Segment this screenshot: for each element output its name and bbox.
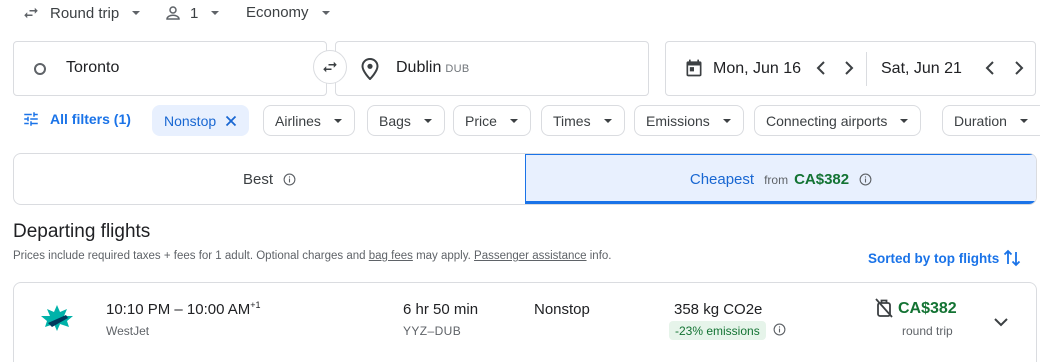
origin-value: Toronto — [66, 59, 120, 76]
sort-tabs: Best Cheapest from CA$382 — [13, 153, 1037, 205]
westjet-logo — [41, 305, 73, 331]
airline-name: WestJet — [106, 324, 150, 338]
close-icon[interactable] — [225, 115, 237, 127]
cabin-class-selector[interactable]: Economy — [246, 4, 331, 21]
info-icon[interactable] — [283, 173, 296, 186]
chevron-left-icon — [985, 61, 994, 75]
expand-button[interactable] — [988, 309, 1014, 335]
bag-fees-link[interactable]: bag fees — [369, 250, 413, 262]
chevron-right-icon — [1015, 61, 1024, 75]
tab-best-label: Best — [242, 170, 273, 188]
calendar-icon — [686, 59, 702, 77]
chip-bags[interactable]: Bags — [367, 105, 445, 136]
chip-label: Price — [465, 112, 497, 129]
no-bags-icon — [875, 298, 893, 318]
sort-label: Sorted by top flights — [868, 250, 1000, 266]
swap-arrows-icon — [24, 7, 38, 19]
cabin-class-label: Economy — [246, 4, 309, 21]
chevron-down-icon — [132, 11, 141, 15]
flight-price: CA$382 — [898, 300, 957, 317]
filter-sliders-icon — [24, 112, 38, 126]
active-tab-indicator — [525, 201, 1036, 204]
flight-stops: Nonstop — [534, 301, 590, 318]
tab-cheapest-price: CA$382 — [794, 171, 850, 188]
destination-city: Dublin — [396, 59, 442, 76]
all-filters-label: All filters (1) — [50, 111, 131, 127]
trip-type-label: Round trip — [50, 4, 120, 22]
return-date[interactable]: Sat, Jun 21 — [881, 60, 962, 78]
depart-prev-button[interactable] — [811, 58, 831, 78]
swap-locations-button[interactable] — [313, 50, 347, 84]
passenger-assistance-link[interactable]: Passenger assistance — [474, 250, 587, 262]
trip-type-selector[interactable]: Round trip — [22, 4, 141, 22]
chevron-down-icon — [603, 118, 612, 123]
flight-time-range: 10:10 PM – 10:00 AM — [106, 301, 251, 318]
flight-duration: 6 hr 50 min — [403, 301, 479, 318]
destination-field[interactable]: Dublin DUB — [335, 41, 649, 96]
chip-connecting-airports[interactable]: Connecting airports — [754, 105, 922, 136]
chevron-down-icon — [994, 317, 1008, 326]
chip-label: Bags — [379, 112, 411, 129]
chip-price[interactable]: Price — [453, 105, 531, 136]
flight-route: YYZ–DUB — [403, 324, 462, 338]
chevron-down-icon — [211, 11, 220, 15]
chevron-down-icon — [509, 118, 518, 123]
sort-arrows-icon — [1004, 249, 1021, 267]
chevron-down-icon — [333, 118, 342, 123]
date-divider — [866, 52, 867, 86]
origin-field[interactable]: Toronto — [13, 41, 327, 96]
flight-times: 10:10 PM – 10:00 AM+1 — [106, 300, 261, 318]
trip-options-bar: Round trip 1 Economy — [0, 0, 1043, 30]
passengers-selector[interactable]: 1 — [164, 4, 220, 22]
location-pin-icon — [361, 58, 379, 80]
chip-nonstop-label: Nonstop — [164, 112, 217, 129]
flight-result-row[interactable]: 10:10 PM – 10:00 AM+1 WestJet 6 hr 50 mi… — [13, 282, 1037, 362]
destination-value: Dublin DUB — [396, 59, 469, 77]
chip-label: Duration — [954, 112, 1007, 129]
depart-date[interactable]: Mon, Jun 16 — [713, 60, 801, 78]
price-notice: Prices include required taxes + fees for… — [13, 250, 611, 262]
day-offset: +1 — [250, 300, 261, 310]
tab-cheapest-from: from — [764, 172, 789, 187]
price-note: round trip — [902, 324, 953, 338]
destination-code: DUB — [445, 63, 470, 75]
info-icon[interactable] — [859, 173, 872, 186]
swap-arrows-icon — [323, 61, 337, 73]
all-filters-button[interactable]: All filters (1) — [22, 110, 131, 128]
tab-cheapest-label: Cheapest — [689, 171, 755, 188]
sort-button[interactable]: Sorted by top flights — [868, 248, 1021, 268]
chip-times[interactable]: Times — [541, 105, 625, 136]
flight-emissions: 358 kg CO2e — [674, 301, 763, 318]
chip-emissions[interactable]: Emissions — [634, 105, 744, 136]
chevron-down-icon — [722, 118, 731, 123]
depart-next-button[interactable] — [839, 58, 859, 78]
notice-text: info. — [586, 250, 612, 262]
notice-text: Prices include required taxes + fees for… — [13, 250, 369, 262]
chip-label: Connecting airports — [766, 112, 888, 129]
person-icon — [166, 6, 180, 20]
chevron-down-icon — [321, 10, 330, 15]
circle-origin-icon — [34, 63, 46, 75]
chip-duration[interactable]: Duration — [942, 105, 1040, 136]
info-icon[interactable] — [773, 323, 786, 341]
emissions-badge: -23% emissions — [669, 321, 766, 340]
chip-label: Emissions — [646, 112, 710, 129]
tab-best[interactable]: Best — [14, 154, 525, 204]
results-heading: Departing flights — [13, 221, 151, 242]
chevron-right-icon — [845, 61, 854, 75]
passengers-count: 1 — [190, 4, 199, 22]
chip-airlines[interactable]: Airlines — [263, 105, 355, 136]
chip-nonstop[interactable]: Nonstop — [152, 105, 250, 136]
chevron-left-icon — [816, 61, 825, 75]
notice-text: may apply. — [412, 250, 475, 262]
chip-label: Times — [553, 112, 591, 129]
return-prev-button[interactable] — [980, 58, 1000, 78]
chevron-down-icon — [423, 118, 432, 123]
chip-label: Airlines — [275, 112, 321, 129]
return-next-button[interactable] — [1009, 58, 1029, 78]
chevron-down-icon — [900, 118, 909, 123]
chevron-down-icon — [1019, 118, 1028, 123]
tab-cheapest[interactable]: Cheapest from CA$382 — [525, 154, 1036, 204]
